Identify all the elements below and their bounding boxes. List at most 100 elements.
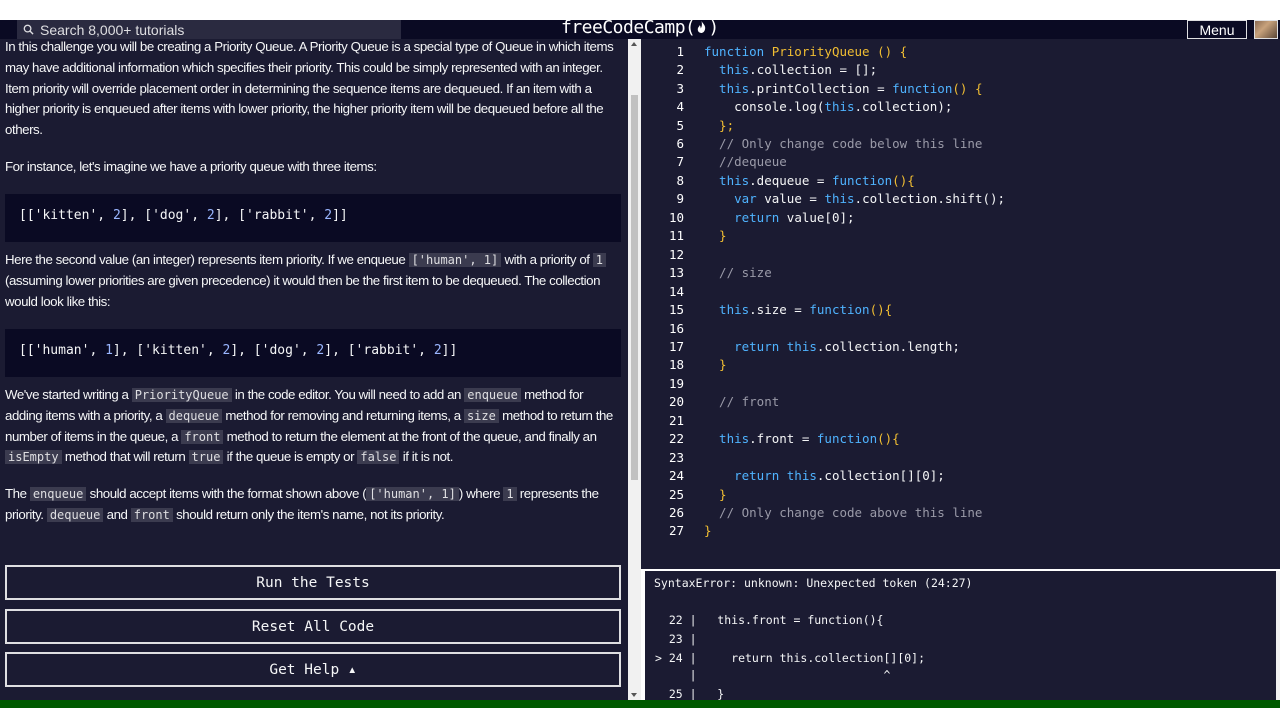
line-number: 16 (668, 320, 684, 336)
code-line[interactable]: 14 (641, 282, 1280, 301)
code-token: function (704, 43, 772, 59)
code-token: return this (704, 468, 817, 484)
code-line[interactable]: 6 // Only change code below this line (641, 134, 1280, 153)
code-token: this (704, 431, 750, 447)
description-paragraph-3: Here the second value (an integer) repre… (5, 250, 621, 312)
line-content: } (704, 487, 727, 502)
code-line[interactable]: 2 this.collection = []; (641, 60, 1280, 79)
freecodecamp-logo[interactable]: freeCodeCamp( ) (561, 16, 719, 38)
code-token: .collection); (854, 99, 953, 115)
code-line[interactable]: 15 this.size = function(){ (641, 300, 1280, 319)
code-token: ], ['rabbit', (214, 208, 325, 223)
code-line[interactable]: 20 // front (641, 393, 1280, 412)
inline-code: 1 (503, 487, 517, 501)
code-token: ], ['dog', (120, 208, 207, 223)
code-token: return this (704, 338, 817, 354)
code-line[interactable]: 9 var value = this.collection.shift(); (641, 190, 1280, 209)
line-content: }; (704, 118, 734, 133)
code-line[interactable]: 1 function PriorityQueue () { (641, 42, 1280, 61)
line-content: return this.collection.length; (704, 339, 960, 354)
search-icon (23, 24, 34, 35)
run-tests-button[interactable]: Run the Tests (5, 565, 621, 600)
code-line[interactable]: 18 } (641, 356, 1280, 375)
code-token: ], ['kitten', (112, 343, 223, 358)
inline-code: enqueue (464, 388, 521, 402)
code-line[interactable]: 12 (641, 245, 1280, 264)
code-token: .dequeue = (749, 172, 832, 188)
code-token: .printCollection = (749, 80, 893, 96)
p4-text: method for removing and returning items,… (222, 407, 464, 423)
code-token: this (704, 80, 750, 96)
code-line[interactable]: 13 // size (641, 263, 1280, 282)
code-line[interactable]: 16 (641, 319, 1280, 338)
code-token: } (704, 228, 727, 244)
line-content: this.size = function(){ (704, 302, 892, 317)
code-line[interactable]: 21 (641, 411, 1280, 430)
line-number: 9 (676, 191, 684, 207)
code-token: this (704, 172, 750, 188)
p4-text: if it is not. (399, 449, 454, 465)
line-content: return this.collection[][0]; (704, 468, 945, 483)
code-line[interactable]: 22 this.front = function(){ (641, 429, 1280, 448)
search-bar[interactable] (17, 20, 401, 39)
code-line[interactable]: 3 this.printCollection = function() { (641, 79, 1280, 98)
line-number: 12 (668, 246, 684, 262)
description-text-1: In this challenge you will be creating a… (5, 39, 614, 138)
line-number: 26 (668, 505, 684, 520)
line-content: // size (704, 265, 772, 280)
console-line: 22 | this.front = function(){ (655, 613, 884, 627)
code-token: console.log( (704, 99, 825, 115)
p4-text: We've started writing a (5, 387, 132, 402)
code-line[interactable]: 17 return this.collection.length; (641, 337, 1280, 356)
code-line[interactable]: 5 }; (641, 116, 1280, 135)
p3-text-c: (assuming lower priorities are given pre… (5, 272, 601, 309)
scroll-up-arrow-icon[interactable] (631, 42, 637, 46)
footer-bar (0, 700, 1280, 708)
scroll-down-arrow-icon[interactable] (631, 693, 637, 697)
menu-button[interactable]: Menu (1187, 20, 1247, 39)
code-editor[interactable]: 1 function PriorityQueue () {2 this.colle… (641, 39, 1280, 569)
scroll-thumb[interactable] (631, 95, 638, 480)
inline-code: front (181, 429, 224, 444)
code-line[interactable]: 26 // Only change code above this line (641, 503, 1280, 522)
user-avatar[interactable] (1254, 20, 1278, 39)
code-line[interactable]: 8 this.dequeue = function(){ (641, 171, 1280, 190)
p4-text: if the queue is empty or (223, 449, 358, 465)
search-input[interactable] (40, 21, 380, 38)
line-content: // Only change code below this line (704, 136, 982, 151)
bottom-white-strip (0, 708, 1280, 720)
code-line[interactable]: 23 (641, 448, 1280, 467)
p5-text: ) where (458, 486, 504, 501)
line-content: return value[0]; (704, 209, 855, 225)
p3-text-b: with a priority of (501, 252, 593, 267)
code-line[interactable]: 27} (641, 522, 1280, 541)
console-line: 25 | } (655, 687, 725, 700)
console-scrollbar[interactable] (1276, 571, 1280, 700)
line-number: 13 (668, 265, 684, 281)
line-number: 23 (668, 449, 684, 465)
flame-icon (696, 20, 707, 34)
logo-text-left: freeCodeCamp( (561, 16, 696, 38)
get-help-button[interactable]: Get Help ▴ (5, 652, 621, 687)
line-number: 14 (668, 283, 684, 299)
code-token: //dequeue (704, 154, 787, 170)
code-token: var (704, 191, 765, 207)
line-number: 2 (676, 62, 684, 78)
reset-code-button[interactable]: Reset All Code (5, 609, 621, 644)
description-text-2: For instance, let's imagine we have a pr… (5, 159, 377, 174)
code-token: ]] (332, 208, 348, 223)
code-line[interactable]: 24 return this.collection[][0]; (641, 466, 1280, 485)
code-token: value[0]; (786, 209, 855, 225)
description-scrollbar[interactable] (628, 39, 641, 700)
code-token: } (704, 523, 712, 539)
code-token: [[' (19, 208, 43, 223)
description-paragraph-5: The enqueue should accept items with the… (5, 484, 621, 526)
code-line[interactable]: 4 console.log(this.collection); (641, 97, 1280, 116)
line-content: this.collection = []; (704, 62, 877, 77)
code-line[interactable]: 19 (641, 374, 1280, 393)
code-line[interactable]: 25 } (641, 485, 1280, 504)
code-line[interactable]: 7 //dequeue (641, 153, 1280, 172)
code-line[interactable]: 11 } (641, 227, 1280, 246)
code-token: (){ (869, 302, 893, 318)
code-line[interactable]: 10 return value[0]; (641, 208, 1280, 227)
